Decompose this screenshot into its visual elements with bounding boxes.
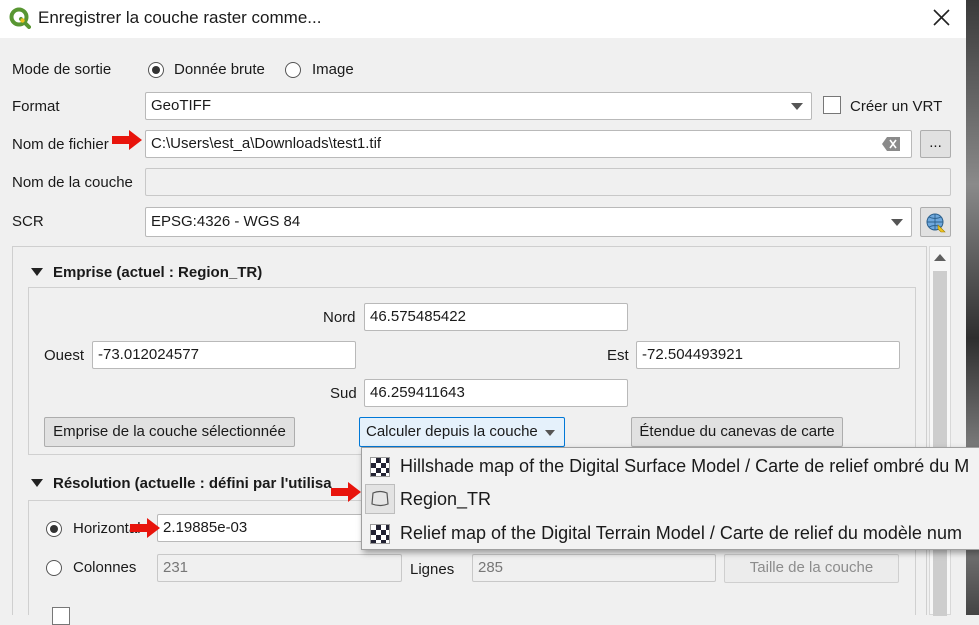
create-vrt-checkbox[interactable] — [823, 96, 841, 114]
chevron-down-icon — [891, 219, 903, 226]
east-input[interactable]: -72.504493921 — [636, 341, 900, 369]
layer-menu-item-label: Hillshade map of the Digital Surface Mod… — [400, 456, 970, 476]
rows-label: Lignes — [410, 561, 455, 578]
annotation-arrow-icon — [331, 482, 361, 502]
columns-label[interactable]: Colonnes — [73, 558, 136, 578]
extent-group-title[interactable]: Emprise (actuel : Region_TR) — [53, 263, 262, 283]
horizontal-radio[interactable] — [46, 521, 62, 537]
calc-from-layer-button[interactable]: Calculer depuis la couche — [359, 417, 565, 447]
layer-name-label: Nom de la couche — [12, 174, 133, 191]
layer-menu-item-label: Region_TR — [400, 489, 492, 509]
columns-input[interactable]: 231 — [157, 554, 402, 582]
scroll-up-icon[interactable] — [934, 254, 946, 261]
raw-data-label[interactable]: Donnée brute — [174, 60, 265, 80]
west-label: Ouest — [44, 347, 85, 364]
globe-icon — [926, 213, 946, 233]
clear-icon[interactable] — [882, 137, 900, 151]
scrollbar[interactable] — [929, 246, 951, 616]
layer-dropdown-menu: Hillshade map of the Digital Surface Mod… — [361, 447, 979, 550]
scrollbar-thumb[interactable] — [933, 271, 947, 616]
polygon-layer-icon — [371, 490, 389, 507]
format-label: Format — [12, 98, 60, 115]
annotation-arrow-icon — [112, 130, 142, 150]
filename-label: Nom de fichier — [12, 136, 109, 153]
layer-menu-item-region[interactable]: Region_TR — [362, 483, 979, 515]
crs-combo[interactable]: EPSG:4326 - WGS 84 — [145, 207, 912, 237]
collapse-arrow-icon[interactable] — [31, 268, 43, 276]
image-radio[interactable] — [285, 62, 301, 78]
raster-layer-icon — [370, 524, 390, 544]
west-input[interactable]: -73.012024577 — [92, 341, 356, 369]
raw-data-radio[interactable] — [148, 62, 164, 78]
layer-size-button[interactable]: Taille de la couche — [724, 554, 899, 583]
north-input[interactable]: 46.575485422 — [364, 303, 628, 331]
crs-selector-button[interactable] — [920, 207, 951, 237]
output-mode-label: Mode de sortie — [12, 61, 112, 78]
resolution-group-title[interactable]: Résolution (actuelle : défini par l'util… — [53, 474, 332, 494]
layer-menu-item-label: Relief map of the Digital Terrain Model … — [400, 523, 962, 543]
layer-menu-item-relief[interactable]: Relief map of the Digital Terrain Model … — [362, 517, 979, 549]
image-label[interactable]: Image — [312, 60, 354, 80]
raster-layer-icon — [370, 457, 390, 477]
columns-radio[interactable] — [46, 560, 62, 576]
collapse-arrow-icon[interactable] — [31, 479, 43, 487]
rows-input[interactable]: 285 — [472, 554, 716, 582]
south-input[interactable]: 46.259411643 — [364, 379, 628, 407]
annotation-arrow-icon — [130, 518, 160, 538]
window-title: Enregistrer la couche raster comme... — [38, 8, 322, 27]
layer-menu-item-hillshade[interactable]: Hillshade map of the Digital Surface Mod… — [362, 450, 979, 482]
south-label: Sud — [330, 385, 357, 402]
chevron-down-icon — [545, 430, 555, 436]
calc-from-layer-label: Calculer depuis la couche — [366, 423, 538, 440]
horizontal-resolution-input[interactable]: 2.19885e-03 — [157, 514, 367, 542]
layer-name-input[interactable] — [145, 168, 951, 196]
partial-checkbox[interactable] — [52, 607, 70, 625]
filename-input[interactable]: C:\Users\est_a\Downloads\test1.tif — [145, 130, 912, 158]
crs-value: EPSG:4326 - WGS 84 — [151, 213, 301, 230]
close-icon[interactable] — [933, 9, 950, 26]
filename-value: C:\Users\est_a\Downloads\test1.tif — [151, 135, 382, 152]
east-label: Est — [607, 347, 629, 364]
format-combo[interactable]: GeoTIFF — [145, 92, 812, 120]
chevron-down-icon — [791, 103, 803, 110]
selected-layer-extent-button[interactable]: Emprise de la couche sélectionnée — [44, 417, 295, 447]
canvas-extent-button[interactable]: Étendue du canevas de carte — [631, 417, 843, 447]
format-value: GeoTIFF — [151, 97, 212, 114]
north-label: Nord — [323, 309, 356, 326]
crs-label: SCR — [12, 213, 44, 230]
qgis-logo-icon — [9, 7, 31, 29]
create-vrt-label[interactable]: Créer un VRT — [850, 97, 942, 117]
browse-button[interactable]: ... — [920, 130, 951, 158]
